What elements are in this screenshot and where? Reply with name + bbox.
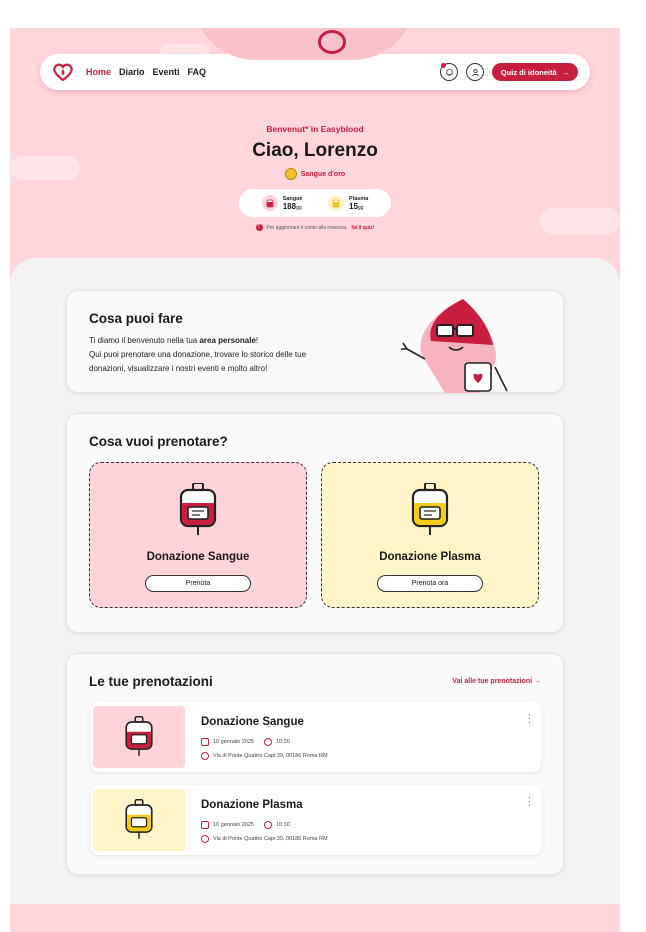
booking-choice-card: Cosa vuoi prenotare? Donazione Sangue Pr… (66, 413, 564, 633)
booking-thumbnail (93, 706, 185, 768)
booking-title: Donazione Sangue (201, 716, 304, 728)
blood-donation-option[interactable]: Donazione Sangue Prenota (89, 462, 307, 608)
plasma-bag-icon (125, 799, 153, 839)
booking-time: 10:30 (275, 822, 290, 828)
book-blood-button[interactable]: Prenota (145, 575, 251, 592)
location-pin-icon (201, 752, 209, 760)
blood-bag-icon (179, 483, 217, 535)
booking-choice-title: Cosa vuoi prenotare? (89, 434, 228, 449)
blood-bag-icon (261, 195, 278, 211)
booking-address: Via di Ponte Quattro Capi 39, 00186 Roma… (213, 753, 328, 759)
badge-label: Sangue d'oro (300, 170, 346, 178)
blood-bag-icon (125, 716, 153, 756)
nav-link-home[interactable]: Home (86, 67, 111, 77)
all-bookings-link-label: Vai alle tue prenotazioni (452, 678, 533, 685)
booking-thumbnail (93, 789, 185, 851)
counter-plasma-unit: gg (357, 204, 364, 211)
booking-location: Via di Ponte Quattro Capi 39, 00186 Roma… (201, 752, 328, 760)
book-plasma-button[interactable]: Prenota ora (377, 575, 483, 592)
booking-item[interactable]: Donazione Sangue 10 gennaio 2025 10:30 V… (91, 702, 541, 772)
welcome-text: Benvenut* in Easyblood (266, 124, 364, 134)
heart-decor-icon (318, 30, 346, 54)
quiz-note-link[interactable]: fai il quiz! (351, 225, 374, 231)
counter-blood-unit: gg (296, 204, 302, 211)
nav-links: Home Diario Eventi FAQ (86, 67, 206, 77)
quiz-note: ! Per aggiornare il conto alla rovescia,… (10, 224, 620, 231)
plasma-donation-option[interactable]: Donazione Plasma Prenota ora (321, 462, 539, 608)
booking-item[interactable]: Donazione Plasma 10 gennaio 2025 10:30 V… (91, 785, 541, 855)
quiz-button-label: Quiz di idoneità (500, 67, 557, 77)
medal-icon (284, 168, 297, 180)
nav-link-faq[interactable]: FAQ (188, 67, 207, 77)
easyblood-logo[interactable] (52, 61, 74, 83)
footer-strip (10, 904, 620, 932)
calendar-icon (201, 821, 209, 829)
booking-date: 10 gennaio 2025 (213, 739, 254, 745)
plasma-bag-icon (411, 483, 449, 535)
my-bookings-card: Le tue prenotazioni Vai alle tue prenota… (66, 653, 564, 875)
info-icon: ! (255, 224, 263, 231)
intro-card: Cosa puoi fare Ti diamo il benvenuto nel… (66, 290, 564, 393)
counter-blood: Sangue 188gg (261, 195, 303, 211)
more-options-icon[interactable]: · · · (528, 710, 531, 727)
more-options-icon[interactable]: · · · (528, 793, 531, 810)
calendar-icon (201, 738, 209, 746)
intro-bold: area personale (199, 336, 256, 345)
countdown-counters: Sangue 188gg Plasma 15gg (239, 189, 391, 217)
location-pin-icon (201, 835, 209, 843)
greeting-title: Ciao, Lorenzo (252, 140, 378, 161)
booking-date: 10 gennaio 2025 (213, 822, 254, 828)
booking-datetime: 10 gennaio 2025 10:30 (201, 821, 290, 829)
main-content: Cosa puoi fare Ti diamo il benvenuto nel… (10, 258, 620, 918)
arrow-right-icon: → (561, 67, 570, 77)
page: Home Diario Eventi FAQ Quiz di idoneità … (10, 28, 620, 932)
intro-line2: Qui puoi prenotare una donazione, trovar… (89, 350, 307, 373)
booking-time: 10:30 (275, 739, 290, 745)
booking-address: Via di Ponte Quattro Capi 39, 00186 Roma… (213, 836, 328, 842)
nav-link-diario[interactable]: Diario (119, 67, 145, 77)
mascot-illustration (401, 299, 508, 393)
blood-option-title: Donazione Sangue (146, 551, 250, 563)
clock-icon (263, 821, 272, 829)
arrow-right-icon: → (534, 678, 541, 685)
nav-link-eventi[interactable]: Eventi (153, 67, 180, 77)
booking-location: Via di Ponte Quattro Capi 39, 00186 Roma… (201, 835, 328, 843)
counter-plasma: Plasma 15gg (328, 195, 368, 211)
intro-line1-end: ! (255, 336, 259, 345)
booking-datetime: 10 gennaio 2025 10:30 (201, 738, 290, 746)
counter-blood-value: 188 (282, 201, 297, 211)
quiz-note-text: Per aggiornare il conto alla rovescia, (266, 224, 348, 231)
profile-button[interactable] (466, 63, 484, 81)
notification-dot (441, 63, 446, 68)
user-icon (471, 68, 479, 76)
intro-line1: Ti diamo il benvenuto nella tua (89, 336, 200, 345)
notifications-button[interactable] (440, 63, 458, 81)
donor-badge: Sangue d'oro (10, 168, 620, 180)
bell-icon (445, 68, 453, 76)
nav-actions: Quiz di idoneità → (440, 63, 578, 81)
all-bookings-link[interactable]: Vai alle tue prenotazioni → (452, 678, 541, 685)
plasma-bag-icon (328, 195, 344, 211)
hero-section: Benvenut* in Easyblood Ciao, Lorenzo San… (10, 124, 620, 231)
quiz-button[interactable]: Quiz di idoneità → (492, 63, 578, 81)
plasma-option-title: Donazione Plasma (379, 551, 481, 563)
booking-title: Donazione Plasma (201, 799, 303, 811)
intro-text: Ti diamo il benvenuto nella tua area per… (89, 334, 329, 376)
clock-icon (263, 738, 272, 746)
counter-plasma-value: 15 (349, 201, 358, 211)
